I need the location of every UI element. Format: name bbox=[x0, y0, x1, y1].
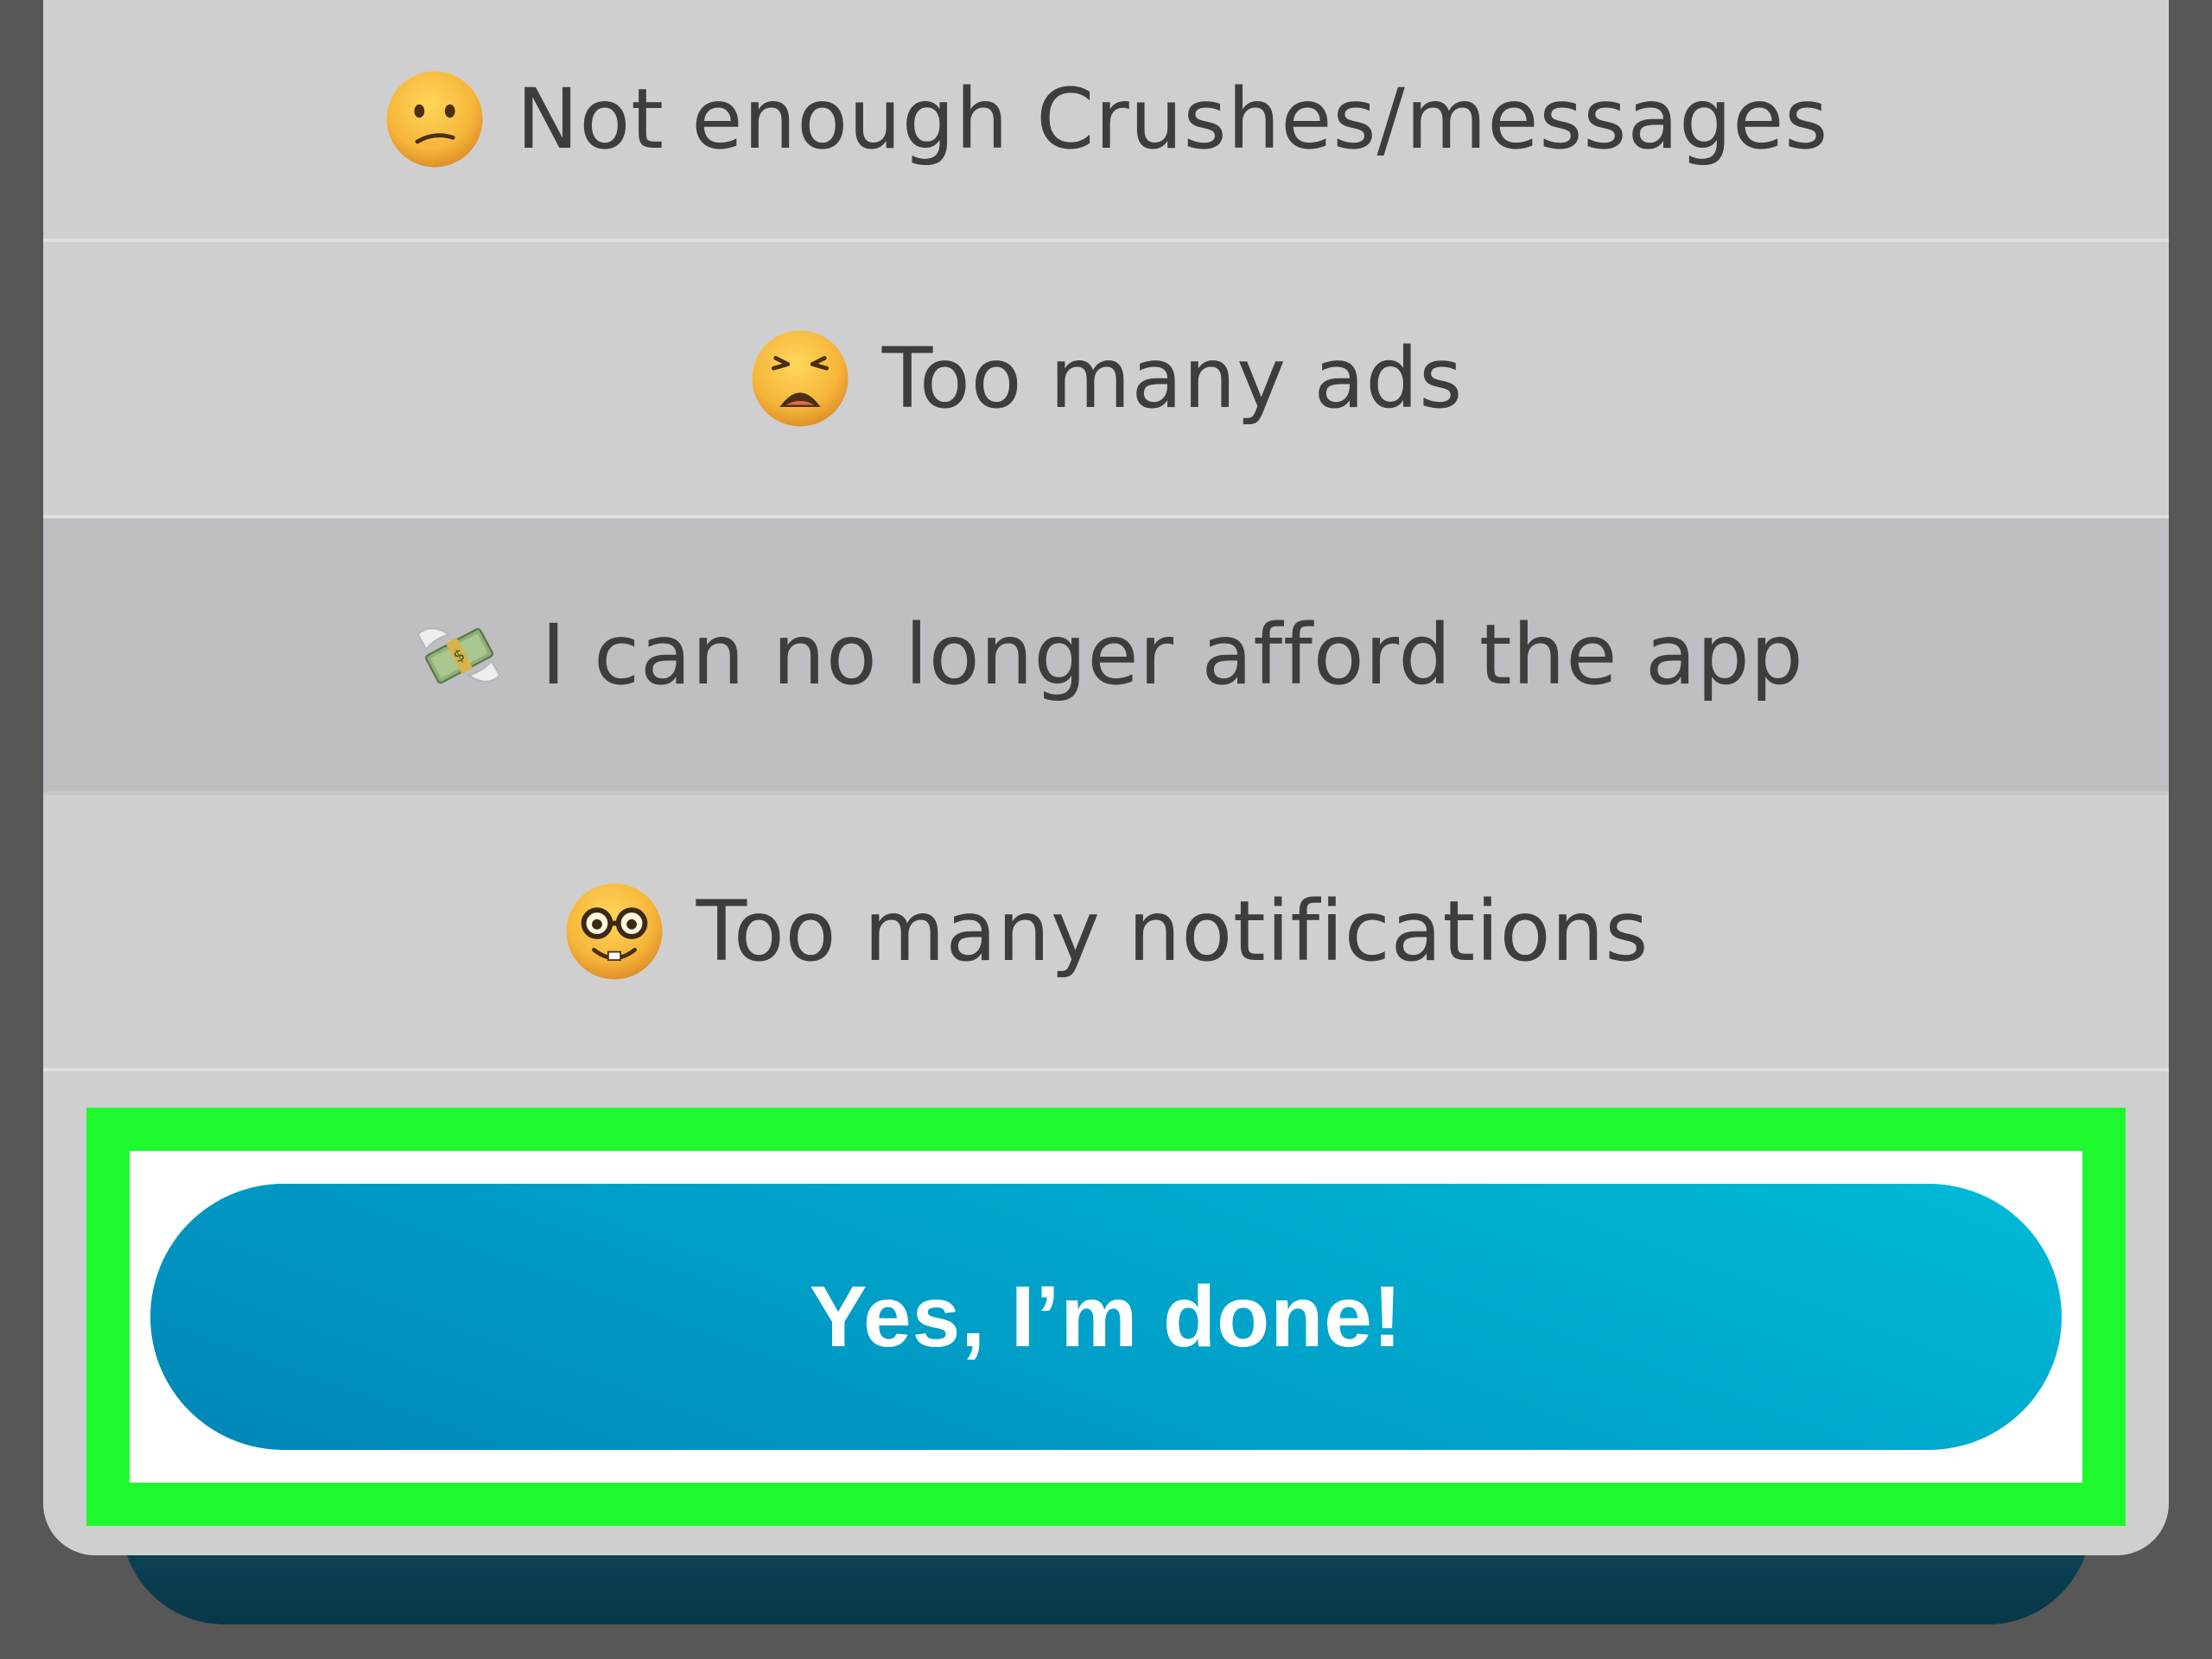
reason-option-list: Not enough Crushes/messages Too many ads… bbox=[43, 0, 2169, 1071]
confirm-done-label: Yes, I’m done! bbox=[809, 1268, 1403, 1365]
confirm-done-button[interactable]: Yes, I’m done! bbox=[150, 1184, 2062, 1450]
money-with-wings-icon: $ bbox=[417, 627, 501, 684]
option-label: Not enough Crushes/messages bbox=[516, 71, 1829, 168]
option-label: Too many notifications bbox=[696, 883, 1649, 980]
option-cannot-afford[interactable]: $ I can no longer afford the app bbox=[43, 518, 2169, 795]
option-label: Too many ads bbox=[881, 330, 1464, 427]
option-not-enough-crushes[interactable]: Not enough Crushes/messages bbox=[43, 0, 2169, 242]
nerd-face-icon bbox=[566, 883, 663, 980]
option-too-many-ads[interactable]: Too many ads bbox=[43, 242, 2169, 518]
option-too-many-notifications[interactable]: Too many notifications bbox=[43, 795, 2169, 1071]
confused-face-icon bbox=[386, 71, 483, 168]
weary-face-icon bbox=[752, 330, 849, 427]
option-label: I can no longer afford the app bbox=[541, 607, 1804, 703]
screen: Not enough Crushes/messages Too many ads… bbox=[0, 0, 2212, 1659]
